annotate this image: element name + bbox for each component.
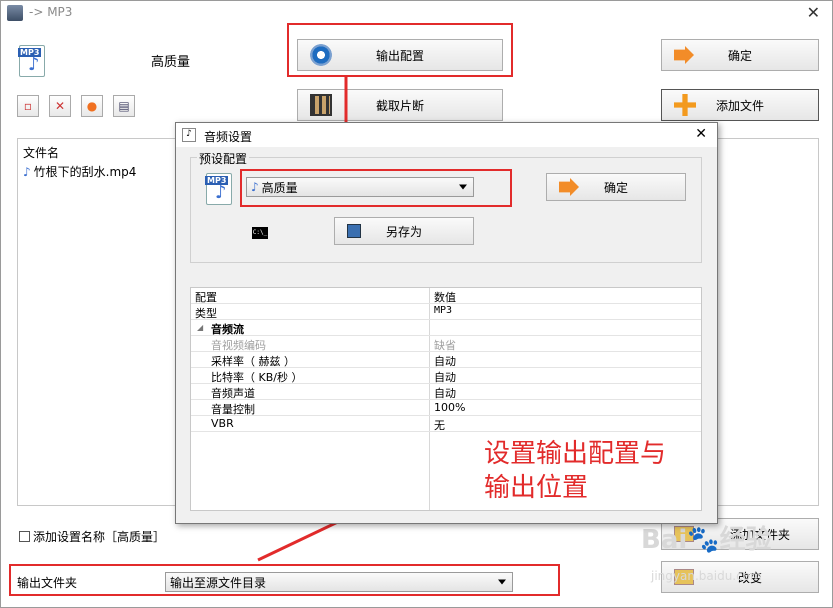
grid-row-value: 自动 bbox=[434, 371, 456, 384]
annotation-line-2: 输出位置 bbox=[484, 473, 589, 503]
dialog-ok-button[interactable]: 确定 bbox=[546, 173, 686, 201]
add-setting-name-checkbox[interactable] bbox=[19, 531, 30, 542]
dialog-close-icon[interactable]: ✕ bbox=[695, 126, 707, 142]
add-setting-name-label: 添加设置名称［高质量］ bbox=[33, 530, 166, 544]
annotation-line-1: 设置输出配置与 bbox=[484, 439, 667, 469]
play-button[interactable]: ● bbox=[81, 95, 103, 117]
watermark-paw-icon: 🐾 bbox=[687, 525, 720, 555]
music-note-icon: ♪ bbox=[251, 180, 259, 194]
grid-row-name: 比特率（ KB/秒 ） bbox=[211, 371, 303, 384]
grid-section-audio-stream[interactable]: ◢ 音频流 bbox=[191, 320, 701, 336]
grid-row-codec[interactable]: 音视频编码 缺省 bbox=[191, 336, 701, 352]
remove-file-button[interactable]: ▫ bbox=[17, 95, 39, 117]
chevron-down-icon bbox=[459, 184, 467, 190]
add-file-label: 添加文件 bbox=[715, 98, 764, 113]
dialog-app-icon: ♪ bbox=[182, 128, 196, 142]
dialog-title-bar: ♪ 音频设置 ✕ bbox=[176, 123, 717, 147]
grid-row-bitrate[interactable]: 比特率（ KB/秒 ） 自动 bbox=[191, 368, 701, 384]
trim-label: 截取片断 bbox=[375, 98, 424, 113]
gear-icon bbox=[310, 44, 332, 66]
output-folder-label: 输出文件夹 bbox=[17, 576, 78, 590]
doc-x-icon: ✕ bbox=[54, 99, 66, 113]
grid-header-row: 配置 数值 bbox=[191, 288, 701, 304]
file-list-header: 文件名 bbox=[23, 146, 60, 160]
grid-row-name: 音视频编码 bbox=[211, 339, 266, 352]
grid-row-sample-rate[interactable]: 采样率（ 赫兹 ） 自动 bbox=[191, 352, 701, 368]
save-as-button[interactable]: 另存为 bbox=[334, 217, 474, 245]
output-folder-select[interactable]: 输出至源文件目录 bbox=[165, 572, 513, 592]
title-bar: -> MP3 ✕ bbox=[1, 1, 832, 25]
audio-settings-dialog: ♪ 音频设置 ✕ 预设配置 MP3 ♪ ♪ 高质量 确定 C:\_ 另存为 配置 … bbox=[175, 122, 718, 524]
output-config-button[interactable]: 输出配置 bbox=[297, 39, 503, 71]
grid-row-volume[interactable]: 音量控制 100% bbox=[191, 400, 701, 416]
chevron-down-icon bbox=[498, 579, 506, 585]
info-button[interactable]: ▤ bbox=[113, 95, 135, 117]
arrow-right-icon bbox=[674, 46, 694, 64]
info-icon: ▤ bbox=[118, 99, 130, 113]
output-config-label: 输出配置 bbox=[375, 48, 424, 63]
plus-icon bbox=[674, 94, 696, 116]
dialog-mp3-icon: MP3 ♪ bbox=[205, 173, 232, 205]
grid-row-value: 100% bbox=[434, 401, 466, 414]
preset-value: 高质量 bbox=[261, 180, 298, 195]
ok-label: 确定 bbox=[727, 48, 752, 63]
grid-row-type[interactable]: 类型 MP3 bbox=[191, 304, 701, 320]
film-icon bbox=[310, 94, 332, 116]
add-setting-name-checkbox-row[interactable]: 添加设置名称［高质量］ bbox=[19, 528, 165, 545]
annotation-text: 设置输出配置与 输出位置 bbox=[484, 437, 666, 505]
output-folder-value: 输出至源文件目录 bbox=[170, 575, 267, 590]
watermark-brand: Bai bbox=[641, 525, 688, 555]
close-icon[interactable]: ✕ bbox=[807, 3, 820, 22]
grid-row-name: 类型 bbox=[195, 307, 217, 320]
watermark-brand2: 经验 bbox=[719, 525, 772, 555]
grid-header-value: 数值 bbox=[434, 291, 456, 304]
grid-row-value: 缺省 bbox=[434, 339, 456, 352]
grid-row-channels[interactable]: 音频声道 自动 bbox=[191, 384, 701, 400]
trim-button[interactable]: 截取片断 bbox=[297, 89, 503, 121]
mp3-file-icon: MP3 ♪ bbox=[18, 45, 45, 77]
command-prompt-icon[interactable]: C:\_ bbox=[252, 227, 268, 239]
dialog-title: 音频设置 bbox=[204, 130, 253, 144]
clear-list-button[interactable]: ✕ bbox=[49, 95, 71, 117]
preset-select[interactable]: ♪ 高质量 bbox=[246, 177, 474, 197]
arrow-right-icon bbox=[559, 178, 579, 196]
ok-button[interactable]: 确定 bbox=[661, 39, 819, 71]
preset-group-label: 预设配置 bbox=[197, 150, 250, 167]
audio-file-icon: ♪ bbox=[23, 164, 31, 179]
grid-row-value: 自动 bbox=[434, 355, 456, 368]
app-icon bbox=[7, 5, 23, 21]
add-file-button[interactable]: 添加文件 bbox=[661, 89, 819, 121]
collapse-triangle-icon[interactable]: ◢ bbox=[197, 323, 203, 332]
grid-row-value: 自动 bbox=[434, 387, 456, 400]
dialog-ok-label: 确定 bbox=[603, 180, 628, 195]
grid-row-vbr[interactable]: VBR 无 bbox=[191, 416, 701, 432]
list-item[interactable]: ♪ 竹根下的刮水.mp4 bbox=[23, 163, 136, 180]
grid-section-name: 音频流 bbox=[211, 323, 244, 336]
save-as-label: 另存为 bbox=[385, 224, 422, 239]
file-name: 竹根下的刮水.mp4 bbox=[33, 165, 137, 179]
quality-label: 高质量 bbox=[151, 55, 191, 70]
watermark-url: jingyan.baidu.com bbox=[651, 569, 762, 583]
grid-row-value: MP3 bbox=[434, 305, 453, 316]
grid-row-name: 音量控制 bbox=[211, 403, 255, 416]
grid-row-value: 无 bbox=[434, 419, 445, 432]
grid-header-config: 配置 bbox=[195, 291, 217, 304]
grid-row-name: 采样率（ 赫兹 ） bbox=[211, 355, 295, 368]
doc-remove-icon: ▫ bbox=[23, 99, 33, 113]
grid-row-name: VBR bbox=[211, 417, 234, 430]
grid-row-name: 音频声道 bbox=[211, 387, 255, 400]
play-icon: ● bbox=[86, 99, 98, 113]
floppy-disk-icon bbox=[347, 224, 361, 238]
window-title: -> MP3 bbox=[29, 5, 73, 19]
watermark-logo: Bai🐾经验 bbox=[641, 519, 772, 556]
